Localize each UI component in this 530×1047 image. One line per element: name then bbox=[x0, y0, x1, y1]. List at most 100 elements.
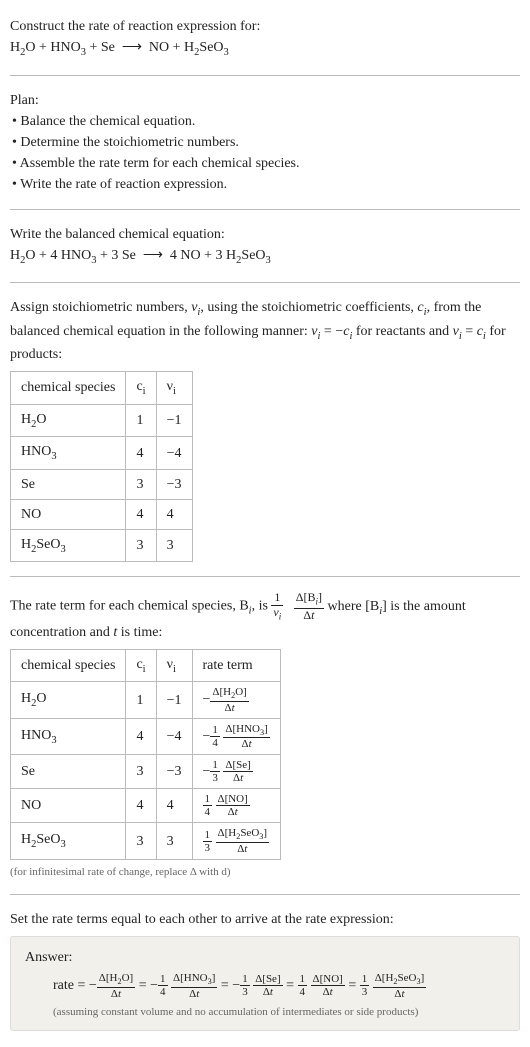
frac-den: Δt bbox=[216, 806, 250, 818]
divider bbox=[10, 75, 520, 76]
rate-term: −14 Δ[HNO3]Δt bbox=[203, 729, 270, 744]
frac-num: 1 bbox=[271, 591, 283, 605]
cell-vi: −3 bbox=[156, 755, 192, 789]
coef-fraction: 13 bbox=[360, 973, 370, 998]
divider bbox=[10, 894, 520, 895]
col-vi: νi bbox=[156, 372, 192, 405]
cell-species: HNO3 bbox=[11, 437, 126, 470]
table-row: NO4414 Δ[NO]Δt bbox=[11, 789, 281, 823]
cell-rate-term: 14 Δ[NO]Δt bbox=[192, 789, 280, 823]
frac-den: Δt bbox=[311, 986, 345, 998]
rate-note: (for infinitesimal rate of change, repla… bbox=[10, 864, 520, 881]
plan-item: • Determine the stoichiometric numbers. bbox=[12, 132, 520, 153]
equals-sign: = bbox=[283, 978, 298, 993]
set-equal-text: Set the rate terms equal to each other t… bbox=[10, 909, 520, 930]
answer-box: Answer: rate = −Δ[H2O]Δt = −14 Δ[HNO3]Δt… bbox=[10, 936, 520, 1031]
frac-den: Δt bbox=[223, 738, 269, 750]
coef-fraction: 13 bbox=[203, 829, 213, 854]
rate-term: −Δ[H2O]Δt bbox=[89, 978, 135, 993]
frac-num: Δ[Bi] bbox=[294, 591, 324, 608]
plan-item: • Assemble the rate term for each chemic… bbox=[12, 153, 520, 174]
cell-rate-term: −14 Δ[HNO3]Δt bbox=[192, 718, 280, 754]
rate-table: chemical species ci νi rate term H2O1−1−… bbox=[10, 649, 281, 860]
frac-den: Δt bbox=[253, 986, 282, 998]
frac-num: 1 bbox=[210, 724, 220, 737]
frac-num: Δ[Se] bbox=[253, 973, 282, 986]
rateterm-prefix: The rate term for each chemical species,… bbox=[10, 599, 249, 614]
plan-item: • Write the rate of reaction expression. bbox=[12, 174, 520, 195]
coef-fraction: 14 bbox=[158, 973, 168, 998]
table-row: NO 4 4 bbox=[11, 499, 193, 529]
frac-den: 4 bbox=[298, 986, 308, 998]
table-row: H2O1−1−Δ[H2O]Δt bbox=[11, 682, 281, 718]
table-row: Se 3 −3 bbox=[11, 469, 193, 499]
frac-den: Δt bbox=[97, 988, 135, 1000]
cell-vi: 4 bbox=[156, 789, 192, 823]
frac-num: Δ[NO] bbox=[311, 973, 345, 986]
sign: − bbox=[203, 764, 211, 779]
rateterm-mid: , is bbox=[252, 599, 272, 614]
frac-den: Δt bbox=[373, 988, 427, 1000]
cell-species: Se bbox=[11, 755, 126, 789]
cell-species: H2SeO3 bbox=[11, 823, 126, 859]
intro-section: Construct the rate of reaction expressio… bbox=[10, 8, 520, 69]
frac-num: Δ[H2O] bbox=[210, 686, 248, 701]
assign-section: Assign stoichiometric numbers, νi, using… bbox=[10, 289, 520, 570]
equals-sign: = bbox=[217, 978, 232, 993]
balanced-section: Write the balanced chemical equation: H2… bbox=[10, 216, 520, 277]
col-rate: rate term bbox=[192, 649, 280, 682]
cell-species: Se bbox=[11, 469, 126, 499]
frac-den: Δt bbox=[223, 772, 252, 784]
frac-den: νi bbox=[271, 606, 283, 622]
sign: − bbox=[232, 978, 240, 993]
table-row: H2SeO33313 Δ[H2SeO3]Δt bbox=[11, 823, 281, 859]
frac-num: Δ[HNO3] bbox=[223, 723, 269, 738]
divider bbox=[10, 576, 520, 577]
delta-fraction: Δ[NO]Δt bbox=[311, 973, 345, 998]
sign: − bbox=[89, 978, 97, 993]
cell-vi: −1 bbox=[156, 682, 192, 718]
col-species: chemical species bbox=[11, 372, 126, 405]
equals-sign: = bbox=[135, 978, 150, 993]
delta-fraction: Δ[NO]Δt bbox=[216, 793, 250, 818]
cell-species: H2O bbox=[11, 404, 126, 437]
frac-num: 1 bbox=[203, 829, 213, 842]
delta-fraction: Δ[HNO3]Δt bbox=[171, 972, 217, 999]
table-header-row: chemical species ci νi rate term bbox=[11, 649, 281, 682]
col-ci: ci bbox=[126, 372, 156, 405]
table-row: HNO3 4 −4 bbox=[11, 437, 193, 470]
sign: − bbox=[203, 692, 211, 707]
frac-num: Δ[H2SeO3] bbox=[216, 827, 270, 842]
cell-rate-term: 13 Δ[H2SeO3]Δt bbox=[192, 823, 280, 859]
delta-fraction: Δ[H2O]Δt bbox=[210, 686, 248, 713]
rate-term: 14 Δ[NO]Δt bbox=[298, 978, 345, 993]
cell-ci: 4 bbox=[126, 499, 156, 529]
assign-text: Assign stoichiometric numbers, νi, using… bbox=[10, 297, 520, 365]
frac-dB-dt: Δ[Bi] Δt bbox=[294, 591, 324, 621]
rate-expression: rate = −Δ[H2O]Δt = −14 Δ[HNO3]Δt = −13 Δ… bbox=[53, 972, 505, 999]
balanced-equation: H2O + 4 HNO3 + 3 Se ⟶ 4 NO + 3 H2SeO3 bbox=[10, 245, 520, 269]
cell-vi: −1 bbox=[156, 404, 192, 437]
cell-species: H2SeO3 bbox=[11, 529, 126, 562]
frac-num: Δ[HNO3] bbox=[171, 972, 217, 987]
rateterm-intro: The rate term for each chemical species,… bbox=[10, 583, 520, 888]
col-species: chemical species bbox=[11, 649, 126, 682]
frac-one-over-nu: 1 νi bbox=[271, 591, 283, 621]
sign: − bbox=[203, 729, 211, 744]
sign: − bbox=[150, 978, 158, 993]
delta-fraction: Δ[H2SeO3]Δt bbox=[373, 972, 427, 999]
plan-item: • Balance the chemical equation. bbox=[12, 111, 520, 132]
divider bbox=[10, 209, 520, 210]
coef-fraction: 14 bbox=[298, 973, 308, 998]
cell-species: NO bbox=[11, 499, 126, 529]
frac-num: 1 bbox=[203, 793, 213, 806]
balanced-title: Write the balanced chemical equation: bbox=[10, 224, 520, 245]
cell-ci: 4 bbox=[126, 789, 156, 823]
rate-term: −13 Δ[Se]Δt bbox=[232, 978, 282, 993]
delta-fraction: Δ[Se]Δt bbox=[253, 973, 282, 998]
cell-vi: 4 bbox=[156, 499, 192, 529]
divider bbox=[10, 282, 520, 283]
rate-term: −14 Δ[HNO3]Δt bbox=[150, 978, 217, 993]
frac-den: Δt bbox=[294, 609, 324, 622]
cell-ci: 1 bbox=[126, 682, 156, 718]
